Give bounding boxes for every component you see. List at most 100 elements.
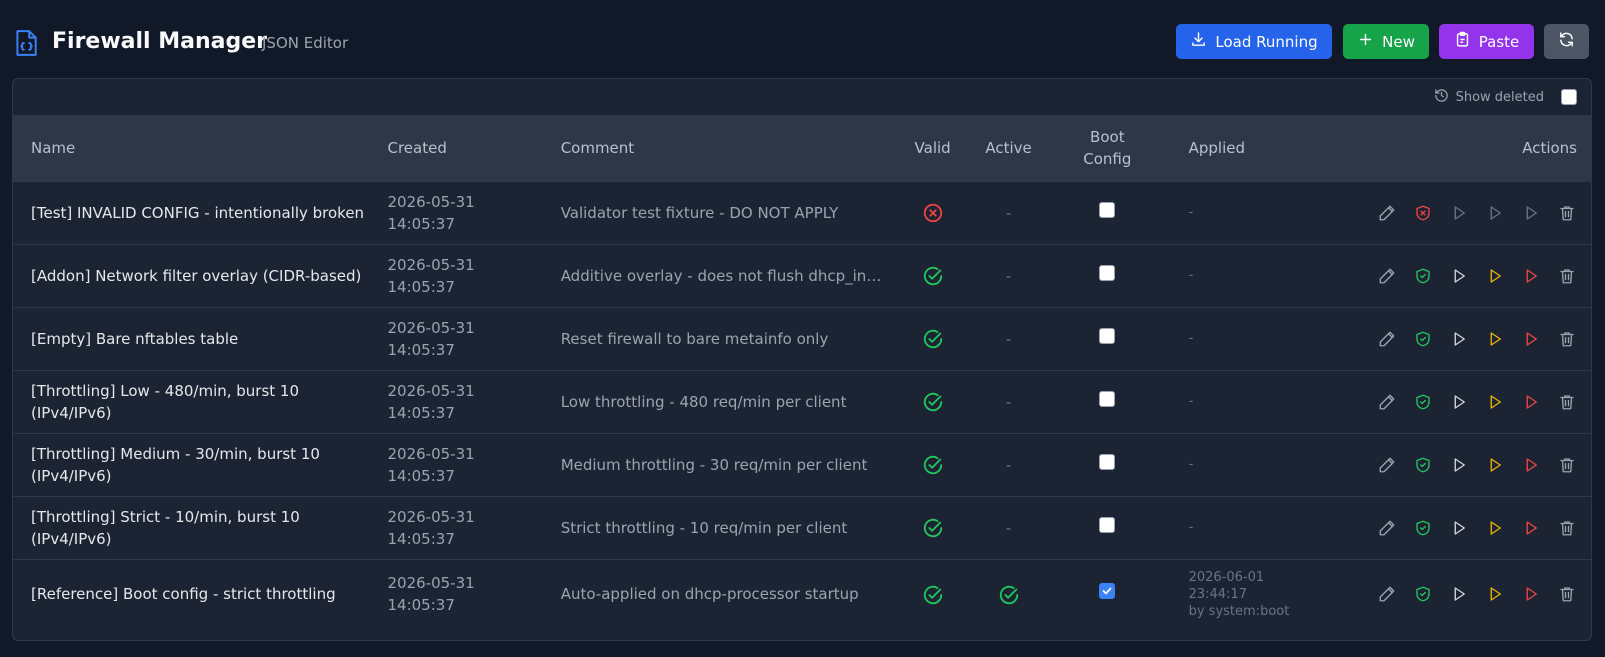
edit-pencil-icon[interactable]: [1377, 392, 1397, 412]
boot-config-checkbox[interactable]: [1099, 583, 1116, 600]
shield-check-icon[interactable]: [1413, 455, 1433, 475]
check-circle-icon: [922, 392, 944, 411]
play-icon[interactable]: [1449, 329, 1469, 349]
row-comment: Low throttling - 480 req/min per client: [560, 392, 847, 411]
trash-icon[interactable]: [1557, 266, 1577, 286]
play-disabled-icon[interactable]: [1485, 203, 1505, 223]
play-red-icon[interactable]: [1521, 584, 1541, 604]
edit-pencil-icon[interactable]: [1377, 329, 1397, 349]
play-red-icon[interactable]: [1521, 518, 1541, 538]
play-disabled-icon[interactable]: [1521, 203, 1541, 223]
show-deleted-checkbox[interactable]: [1561, 89, 1577, 105]
table-header-row: Name Created Comment Valid Active Boot C…: [13, 115, 1591, 181]
row-comment: Auto-applied on dhcp-processor startup: [560, 585, 859, 604]
row-comment: Validator test fixture - DO NOT APPLY: [560, 203, 839, 222]
paste-button[interactable]: Paste: [1439, 24, 1534, 59]
edit-pencil-icon[interactable]: [1377, 203, 1397, 223]
show-deleted-toggle[interactable]: Show deleted: [1434, 88, 1577, 106]
row-created: 2026-05-31 14:05:37: [387, 574, 475, 615]
boot-config-checkbox[interactable]: [1099, 516, 1116, 533]
valid-status: [892, 244, 973, 307]
row-comment: Additive overlay - does not flush dhcp_i…: [560, 266, 889, 285]
trash-icon[interactable]: [1557, 329, 1577, 349]
play-red-icon[interactable]: [1521, 455, 1541, 475]
col-header-active[interactable]: Active: [973, 115, 1044, 181]
play-yellow-icon[interactable]: [1485, 329, 1505, 349]
play-icon[interactable]: [1449, 455, 1469, 475]
boot-config-checkbox[interactable]: [1099, 327, 1116, 344]
row-boot-config: [1044, 307, 1171, 370]
boot-config-checkbox[interactable]: [1099, 390, 1116, 407]
row-applied: -: [1188, 268, 1194, 283]
table-row[interactable]: [Throttling] Low - 480/min, burst 10 (IP…: [13, 370, 1591, 433]
new-label: New: [1382, 32, 1415, 51]
trash-icon[interactable]: [1557, 518, 1577, 538]
row-comment: Medium throttling - 30 req/min per clien…: [560, 455, 868, 474]
table-row[interactable]: [Throttling] Medium - 30/min, burst 10 (…: [13, 433, 1591, 496]
row-actions: [1312, 433, 1591, 496]
col-header-name[interactable]: Name: [13, 115, 370, 181]
table-row[interactable]: [Empty] Bare nftables table 2026-05-31 14…: [13, 307, 1591, 370]
col-header-valid[interactable]: Valid: [892, 115, 973, 181]
trash-icon[interactable]: [1557, 203, 1577, 223]
play-red-icon[interactable]: [1521, 392, 1541, 412]
play-yellow-icon[interactable]: [1485, 392, 1505, 412]
play-yellow-icon[interactable]: [1485, 518, 1505, 538]
col-header-comment[interactable]: Comment: [543, 115, 892, 181]
row-name: [Test] INVALID CONFIG - intentionally br…: [31, 203, 365, 222]
play-icon[interactable]: [1449, 584, 1469, 604]
check-circle-icon: [998, 585, 1020, 604]
shield-check-icon[interactable]: [1413, 329, 1433, 349]
row-boot-config: [1044, 181, 1171, 244]
trash-icon[interactable]: [1557, 392, 1577, 412]
col-header-boot-config[interactable]: Boot Config: [1044, 115, 1171, 181]
play-yellow-icon[interactable]: [1485, 266, 1505, 286]
edit-pencil-icon[interactable]: [1377, 518, 1397, 538]
boot-config-checkbox[interactable]: [1099, 453, 1116, 470]
row-actions: [1312, 307, 1591, 370]
row-created: 2026-05-31 14:05:37: [387, 507, 475, 548]
row-actions: [1312, 244, 1591, 307]
shield-x-icon[interactable]: [1413, 203, 1433, 223]
row-created: 2026-05-31 14:05:37: [387, 255, 475, 296]
edit-pencil-icon[interactable]: [1377, 455, 1397, 475]
play-yellow-icon[interactable]: [1485, 455, 1505, 475]
col-header-created[interactable]: Created: [370, 115, 543, 181]
table-row[interactable]: [Reference] Boot config - strict throttl…: [13, 559, 1591, 629]
check-circle-icon: [922, 329, 944, 348]
row-boot-config: [1044, 244, 1171, 307]
shield-check-icon[interactable]: [1413, 584, 1433, 604]
edit-pencil-icon[interactable]: [1377, 584, 1397, 604]
valid-status: [892, 559, 973, 629]
check-circle-icon: [922, 266, 944, 285]
row-boot-config: [1044, 370, 1171, 433]
play-yellow-icon[interactable]: [1485, 584, 1505, 604]
play-icon[interactable]: [1449, 518, 1469, 538]
shield-check-icon[interactable]: [1413, 392, 1433, 412]
play-icon[interactable]: [1449, 266, 1469, 286]
check-circle-icon: [922, 585, 944, 604]
table-row[interactable]: [Addon] Network filter overlay (CIDR-bas…: [13, 244, 1591, 307]
panel-toolbar: Show deleted: [13, 79, 1591, 115]
app-header: Firewall Manager JSON Editor Load Runnin…: [0, 0, 1605, 78]
load-running-button[interactable]: Load Running: [1176, 24, 1332, 59]
edit-pencil-icon[interactable]: [1377, 266, 1397, 286]
row-applied: 2026-06-01 23:44:17 by system:boot: [1171, 559, 1313, 629]
row-name: [Addon] Network filter overlay (CIDR-bas…: [31, 266, 362, 285]
trash-icon[interactable]: [1557, 584, 1577, 604]
trash-icon[interactable]: [1557, 455, 1577, 475]
play-icon[interactable]: [1449, 203, 1469, 223]
boot-config-checkbox[interactable]: [1099, 201, 1116, 218]
x-circle-icon: [922, 203, 944, 222]
play-red-icon[interactable]: [1521, 266, 1541, 286]
play-red-icon[interactable]: [1521, 329, 1541, 349]
table-row[interactable]: [Test] INVALID CONFIG - intentionally br…: [13, 181, 1591, 244]
new-button[interactable]: New: [1343, 24, 1429, 59]
boot-config-checkbox[interactable]: [1099, 264, 1116, 281]
col-header-applied[interactable]: Applied: [1171, 115, 1313, 181]
shield-check-icon[interactable]: [1413, 518, 1433, 538]
refresh-button[interactable]: [1544, 24, 1589, 59]
play-icon[interactable]: [1449, 392, 1469, 412]
table-row[interactable]: [Throttling] Strict - 10/min, burst 10 (…: [13, 496, 1591, 559]
shield-check-icon[interactable]: [1413, 266, 1433, 286]
